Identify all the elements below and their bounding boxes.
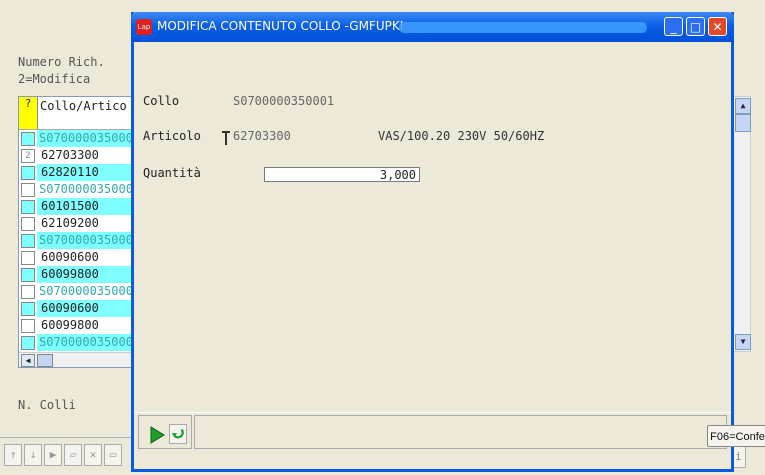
grid-header-title[interactable]: Collo/Artico — [40, 99, 127, 113]
row-selector-checkbox[interactable] — [21, 132, 35, 146]
delete-icon[interactable]: ✕ — [84, 444, 102, 466]
numero-richiesta-label: Numero Rich. — [18, 55, 105, 69]
app-icon: Lap — [136, 19, 152, 35]
conferma-button[interactable]: F06=Conferma — [707, 425, 765, 447]
row-selector-checkbox[interactable] — [21, 166, 35, 180]
quantita-input[interactable] — [264, 167, 420, 182]
scroll-down-icon[interactable]: ▼ — [735, 334, 751, 350]
table-row[interactable]: 60090600 — [19, 300, 135, 317]
grid-horizontal-scrollbar[interactable]: ◀ — [19, 352, 135, 367]
scroll-up-icon[interactable]: ▲ — [735, 98, 751, 114]
row-selector-checkbox[interactable] — [21, 200, 35, 214]
close-icon[interactable]: ✕ — [708, 17, 727, 36]
row-selector-checkbox[interactable] — [21, 268, 35, 282]
table-row[interactable]: 60099800 — [19, 266, 135, 283]
row-selector-checkbox[interactable] — [21, 319, 35, 333]
scroll-left-icon[interactable]: ◀ — [21, 354, 35, 367]
row-selector-checkbox[interactable] — [21, 302, 35, 316]
undo-icon[interactable] — [169, 424, 187, 444]
collo-article-grid[interactable]: ? Collo/Artico S070000035000 2 62703300 628… — [18, 96, 136, 368]
action-icons-group — [138, 415, 192, 449]
collo-label: Collo — [143, 94, 180, 108]
minimize-icon[interactable]: _ — [664, 17, 683, 36]
vertical-scroll-thumb[interactable] — [735, 114, 751, 132]
scroll-thumb[interactable] — [37, 354, 53, 367]
collo-value: S0700000350001 — [233, 94, 335, 108]
dialog-title: MODIFICA CONTENUTO COLLO -GMFUPKI — [157, 19, 404, 33]
table-row[interactable]: S070000035000 — [19, 232, 135, 249]
grid-header: ? Collo/Artico — [19, 97, 135, 130]
articolo-description: VAS/100.20 230V 50/60HZ — [378, 129, 545, 143]
table-row[interactable]: 2 62703300 — [19, 147, 135, 164]
numero-colli-label: N. Colli — [18, 398, 76, 412]
arrow-down-icon[interactable]: ↓ — [24, 444, 42, 466]
articolo-code: 62703300 — [233, 129, 291, 143]
row-value: S070000035000 — [39, 284, 133, 298]
table-row[interactable]: 62109200 — [19, 215, 135, 232]
row-value: 62109200 — [41, 216, 99, 230]
quantita-label: Quantità — [143, 166, 201, 180]
dialog-footer: F06=Conferma — [134, 414, 765, 451]
table-row[interactable]: S070000035000 — [19, 283, 135, 300]
row-selector-checkbox[interactable] — [21, 285, 35, 299]
modifica-contenuto-collo-dialog: Lap MODIFICA CONTENUTO COLLO -GMFUPKI _ … — [131, 12, 765, 472]
articolo-label: Articolo — [143, 129, 201, 143]
row-selector-checkbox[interactable] — [21, 217, 35, 231]
pin-icon[interactable] — [222, 131, 230, 145]
execute-play-icon[interactable] — [149, 426, 165, 444]
table-row[interactable]: S070000035000 — [19, 181, 135, 198]
row-selector-checkbox[interactable]: 2 — [21, 149, 35, 163]
row-value: 62820110 — [37, 164, 135, 181]
title-redaction — [399, 22, 647, 33]
row-value: 60099800 — [41, 318, 99, 332]
row-selector-checkbox[interactable] — [21, 234, 35, 248]
footer-panel: F06=Conferma — [194, 415, 765, 449]
page-icon[interactable]: ▭ — [104, 444, 122, 466]
row-value: 60090600 — [37, 300, 135, 317]
row-value: S070000035000 — [37, 334, 135, 351]
arrow-up-icon[interactable]: ↑ — [4, 444, 22, 466]
play-icon[interactable]: ▶ — [44, 444, 62, 466]
row-selector-checkbox[interactable] — [21, 336, 35, 350]
table-row[interactable]: 60101500 — [19, 198, 135, 215]
eraser-icon[interactable]: ▱ — [64, 444, 82, 466]
row-value: 60090600 — [41, 250, 99, 264]
table-row[interactable]: S070000035000 — [19, 130, 135, 147]
vertical-scrollbar[interactable]: ▲ ▼ — [733, 96, 751, 352]
row-selector-checkbox[interactable] — [21, 251, 35, 265]
table-row[interactable]: S070000035000 — [19, 334, 135, 351]
grid-header-selector[interactable]: ? — [19, 97, 38, 129]
row-value: S070000035000 — [37, 130, 135, 147]
row-value: S070000035000 — [37, 232, 135, 249]
table-row[interactable]: 62820110 — [19, 164, 135, 181]
table-row[interactable]: 60090600 — [19, 249, 135, 266]
maximize-icon[interactable]: □ — [686, 17, 705, 36]
row-value: 62703300 — [41, 148, 99, 162]
row-selector-checkbox[interactable] — [21, 183, 35, 197]
row-value: S070000035000 — [39, 182, 133, 196]
footer-separator — [134, 412, 731, 413]
row-value: 60099800 — [37, 266, 135, 283]
row-value: 60101500 — [37, 198, 135, 215]
dialog-titlebar[interactable]: Lap MODIFICA CONTENUTO COLLO -GMFUPKI _ … — [131, 12, 734, 42]
modifica-hint-label: 2=Modifica — [18, 72, 91, 86]
table-row[interactable]: 60099800 — [19, 317, 135, 334]
